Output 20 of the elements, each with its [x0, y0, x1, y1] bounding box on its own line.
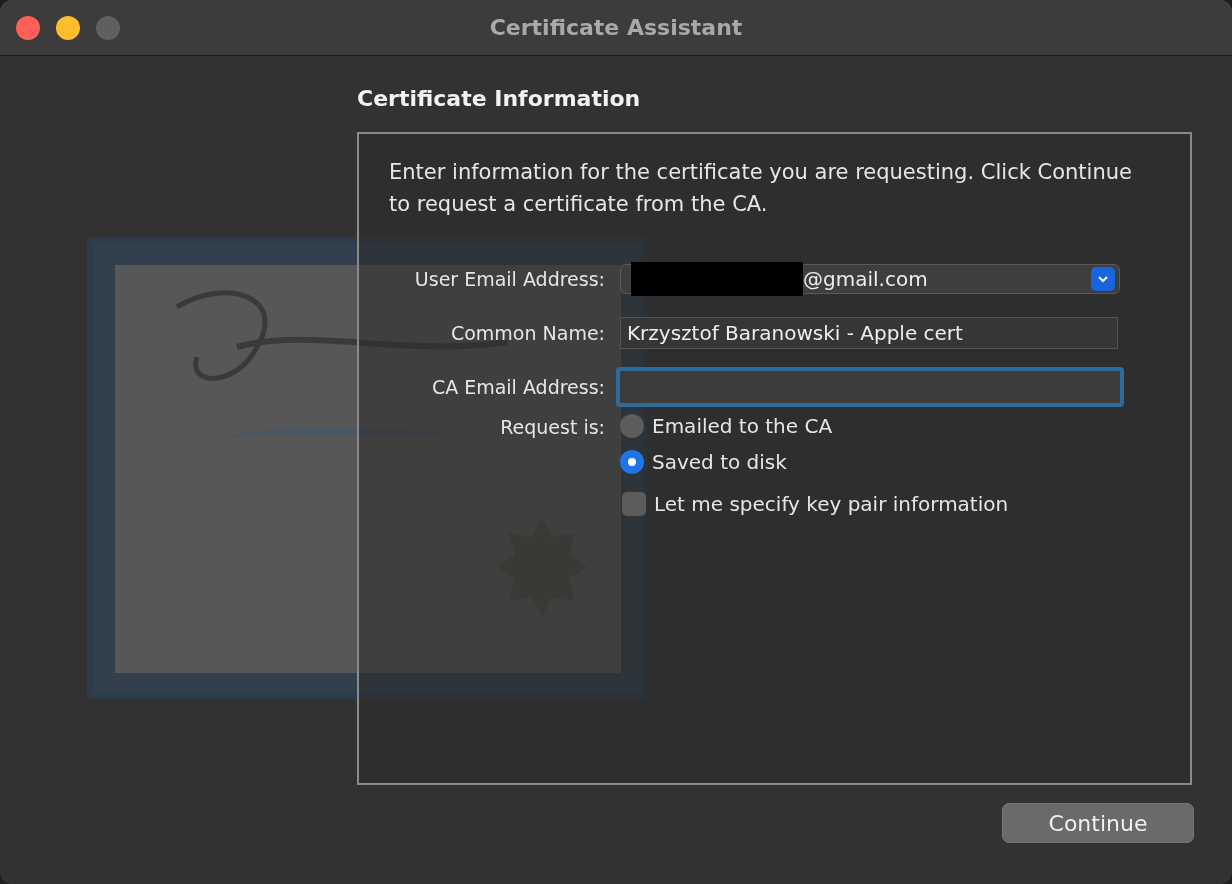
field-label: User Email Address: — [413, 267, 605, 292]
option-label: Let me specify key pair information — [654, 492, 1009, 516]
radio-option[interactable]: Saved to disk — [620, 450, 1120, 474]
checkbox-option[interactable]: Let me specify key pair information — [620, 492, 1120, 516]
window-title: Certificate Assistant — [489, 15, 743, 40]
option-label: Saved to disk — [652, 450, 787, 474]
chevron-down-icon — [1091, 267, 1115, 291]
continue-button[interactable]: Continue — [1002, 803, 1194, 843]
minimize-button[interactable] — [56, 15, 80, 40]
email-popup[interactable]: @gmail.com — [620, 264, 1120, 294]
intro-text: Enter information for the certificate you are requesting. Click Continue to request a certificate from the CA. — [389, 159, 1133, 218]
text-field[interactable] — [616, 367, 1124, 407]
field-label: Common Name: — [449, 321, 605, 346]
close-button[interactable] — [16, 15, 40, 40]
field-label: Request is: — [499, 415, 605, 438]
field-label: CA Email Address: — [430, 375, 605, 400]
text-field[interactable]: Krzysztof Baranowski - Apple cert — [620, 317, 1118, 349]
section-heading: Certificate Information — [357, 86, 642, 113]
radio-option[interactable]: Emailed to the CA — [620, 414, 1120, 438]
option-label: Emailed to the CA — [652, 414, 833, 438]
